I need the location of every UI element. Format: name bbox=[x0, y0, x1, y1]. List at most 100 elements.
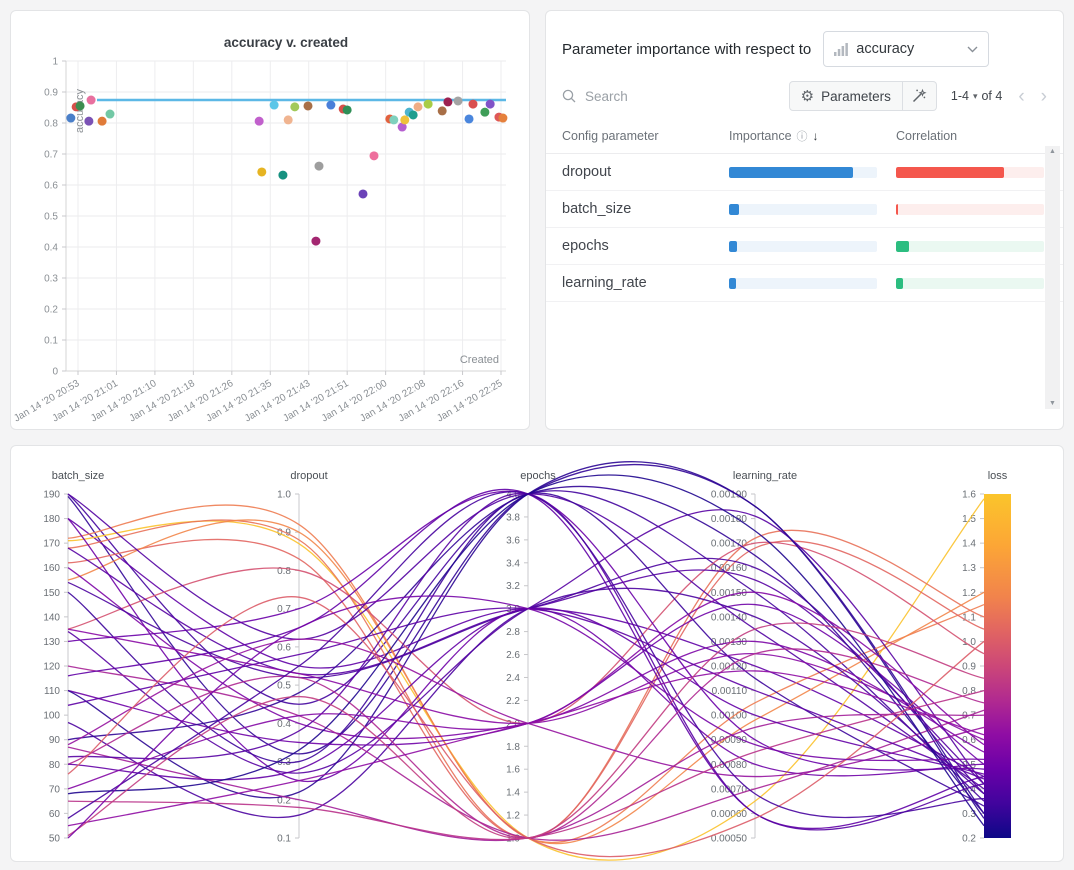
run-point[interactable] bbox=[98, 117, 107, 126]
svg-text:160: 160 bbox=[43, 563, 60, 574]
correlation-bar bbox=[896, 204, 898, 215]
column-correlation[interactable]: Correlation bbox=[896, 129, 1047, 143]
parameters-button[interactable]: ⚙ Parameters bbox=[789, 81, 903, 111]
table-header: Config parameter Importance ⓘ ↓ Correlat… bbox=[546, 119, 1063, 154]
svg-text:1.0: 1.0 bbox=[277, 490, 291, 501]
svg-text:0.00140: 0.00140 bbox=[711, 612, 748, 623]
run-line[interactable] bbox=[68, 608, 984, 779]
run-point[interactable] bbox=[257, 167, 266, 176]
run-point[interactable] bbox=[469, 100, 478, 109]
svg-text:70: 70 bbox=[49, 784, 61, 795]
svg-text:1.4: 1.4 bbox=[962, 539, 976, 550]
run-point[interactable] bbox=[270, 101, 279, 110]
chart-title: accuracy v. created bbox=[224, 35, 348, 50]
run-line[interactable] bbox=[68, 639, 984, 776]
importance-bar bbox=[729, 204, 739, 215]
run-line[interactable] bbox=[68, 520, 984, 838]
run-line[interactable] bbox=[68, 491, 984, 801]
svg-text:0.2: 0.2 bbox=[962, 834, 976, 845]
table-scrollbar[interactable]: ▲ ▼ bbox=[1045, 146, 1060, 409]
scroll-down-icon[interactable]: ▼ bbox=[1049, 400, 1056, 407]
scroll-up-icon[interactable]: ▲ bbox=[1049, 148, 1056, 155]
scatter-points[interactable] bbox=[66, 96, 507, 246]
svg-text:2.4: 2.4 bbox=[506, 673, 520, 684]
svg-text:0.4: 0.4 bbox=[44, 243, 58, 254]
svg-text:190: 190 bbox=[43, 490, 60, 501]
run-point[interactable] bbox=[278, 171, 287, 180]
svg-text:170: 170 bbox=[43, 539, 60, 550]
run-point[interactable] bbox=[284, 115, 293, 124]
svg-text:100: 100 bbox=[43, 711, 60, 722]
run-point[interactable] bbox=[389, 115, 398, 124]
svg-text:50: 50 bbox=[49, 834, 61, 845]
search-input[interactable] bbox=[583, 88, 717, 105]
run-point[interactable] bbox=[465, 114, 474, 123]
table-row[interactable]: batch_size bbox=[546, 191, 1063, 228]
run-point[interactable] bbox=[304, 101, 313, 110]
y-tick-labels: 00.10.20.30.40.50.60.70.80.91 bbox=[44, 57, 66, 378]
pagination-range: 1-4 bbox=[951, 89, 969, 103]
metric-dropdown[interactable]: accuracy bbox=[823, 31, 989, 67]
run-point[interactable] bbox=[400, 115, 409, 124]
svg-text:1.4: 1.4 bbox=[506, 788, 520, 799]
run-point[interactable] bbox=[424, 100, 433, 109]
svg-text:1.6: 1.6 bbox=[962, 490, 976, 501]
run-point[interactable] bbox=[290, 102, 299, 111]
run-point[interactable] bbox=[409, 110, 418, 119]
pagination-of: of 4 bbox=[981, 89, 1002, 103]
svg-text:0.00050: 0.00050 bbox=[711, 834, 748, 845]
svg-text:120: 120 bbox=[43, 662, 60, 673]
table-row[interactable]: dropout bbox=[546, 154, 1063, 191]
svg-text:0.3: 0.3 bbox=[44, 274, 58, 285]
magic-wand-button[interactable] bbox=[903, 81, 937, 111]
run-point[interactable] bbox=[106, 110, 115, 119]
config-parameter-name: epochs bbox=[562, 238, 729, 254]
run-point[interactable] bbox=[486, 100, 495, 109]
run-line[interactable] bbox=[68, 520, 984, 844]
run-point[interactable] bbox=[311, 237, 320, 246]
run-point[interactable] bbox=[359, 189, 368, 198]
svg-text:1: 1 bbox=[52, 57, 58, 68]
importance-bar-track bbox=[729, 204, 877, 215]
svg-text:0.7: 0.7 bbox=[962, 711, 976, 722]
run-point[interactable] bbox=[315, 162, 324, 171]
run-point[interactable] bbox=[87, 96, 96, 105]
svg-text:0.6: 0.6 bbox=[277, 642, 291, 653]
svg-text:Jan 14 '20 22:00: Jan 14 '20 22:00 bbox=[320, 378, 390, 425]
pagination-info[interactable]: 1-4 ▾ of 4 bbox=[951, 89, 1002, 103]
run-point[interactable] bbox=[414, 102, 423, 111]
run-point[interactable] bbox=[370, 151, 379, 160]
run-point[interactable] bbox=[76, 101, 85, 110]
next-page-button[interactable]: › bbox=[1041, 87, 1047, 106]
importance-bar bbox=[729, 241, 737, 252]
run-point[interactable] bbox=[343, 105, 352, 114]
run-point[interactable] bbox=[84, 117, 93, 126]
run-point[interactable] bbox=[326, 101, 335, 110]
run-point[interactable] bbox=[454, 96, 463, 105]
run-point[interactable] bbox=[438, 106, 447, 115]
bar-chart-icon bbox=[834, 43, 848, 56]
svg-text:0.4: 0.4 bbox=[277, 719, 291, 730]
svg-text:0.1: 0.1 bbox=[44, 336, 58, 347]
run-point[interactable] bbox=[480, 108, 489, 117]
toolbar-right: ⚙ Parameters 1-4 ▾ of 4 ‹ › bbox=[789, 81, 1047, 111]
table-row[interactable]: learning_rate bbox=[546, 265, 1063, 302]
table-row[interactable]: epochs bbox=[546, 228, 1063, 265]
svg-text:0.00190: 0.00190 bbox=[711, 490, 748, 501]
svg-text:Jan 14 '20 21:35: Jan 14 '20 21:35 bbox=[204, 378, 274, 425]
svg-text:1.8: 1.8 bbox=[506, 742, 520, 753]
svg-text:1.2: 1.2 bbox=[506, 811, 520, 822]
run-line[interactable] bbox=[68, 539, 984, 838]
run-point[interactable] bbox=[66, 114, 75, 123]
run-line[interactable] bbox=[68, 494, 984, 789]
column-importance[interactable]: Importance ⓘ ↓ bbox=[729, 128, 896, 144]
run-line[interactable] bbox=[68, 548, 984, 784]
run-lines[interactable] bbox=[68, 462, 984, 860]
prev-page-button[interactable]: ‹ bbox=[1018, 87, 1024, 106]
search-box[interactable] bbox=[562, 88, 717, 105]
run-point[interactable] bbox=[255, 117, 264, 126]
correlation-bar bbox=[896, 167, 1004, 178]
run-point[interactable] bbox=[498, 114, 507, 123]
correlation-bar-track bbox=[896, 204, 1044, 215]
run-point[interactable] bbox=[443, 97, 452, 106]
